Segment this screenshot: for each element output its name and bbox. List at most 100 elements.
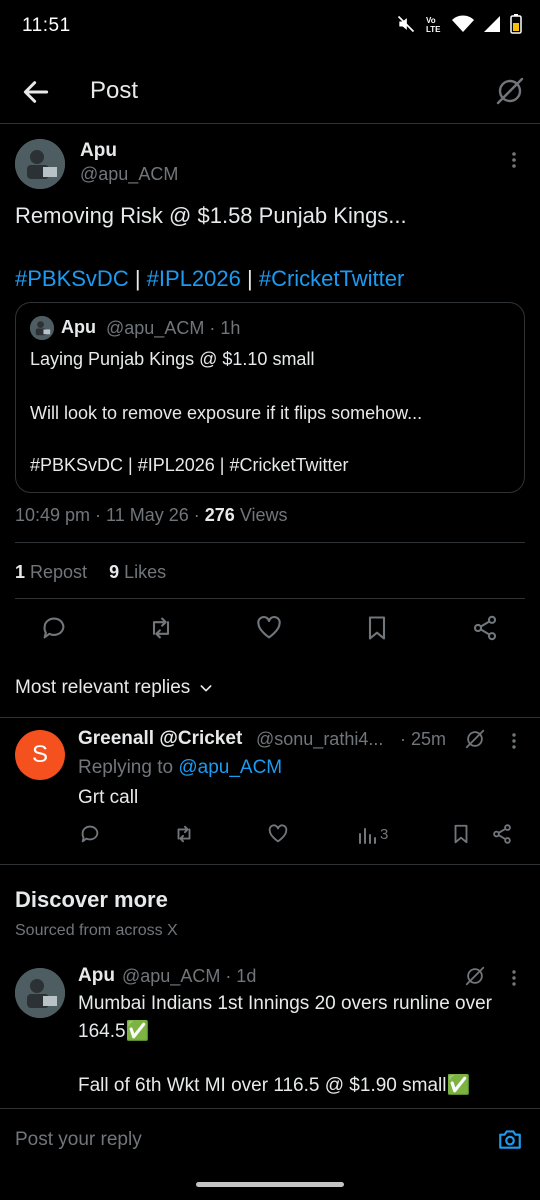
more-options-button[interactable] [506,732,522,750]
views-count: 276 [204,505,235,525]
bookmark-icon [450,823,472,845]
discover-subtitle: Sourced from across X [15,922,178,939]
repost-icon [173,823,195,845]
like-icon [267,823,289,845]
status-bar: 11:51 Vo LTE [0,0,540,52]
repost-button[interactable] [147,614,177,644]
views-label: Views [234,505,288,525]
meta-divider [15,542,525,543]
likes-count: 9 [109,562,120,582]
reposts-stat[interactable]: 1 Repost [15,562,87,582]
quoted-author-meta: @apu_ACM · 1h [106,318,240,339]
hashtag-link[interactable]: #CricketTwitter [259,266,404,291]
post-hashtags: #PBKSvDC | #IPL2026 | #CricketTwitter [15,266,404,292]
home-indicator[interactable] [196,1182,344,1187]
replying-handle-link[interactable]: @apu_ACM [178,757,282,778]
battery-icon [510,14,522,34]
like-icon [255,614,285,642]
more-vertical-icon [506,732,522,750]
avatar[interactable] [15,139,65,189]
repost-icon [147,614,177,642]
back-button[interactable] [20,76,52,108]
more-options-button[interactable] [506,969,522,987]
share-button[interactable] [471,614,501,644]
reply-like-button[interactable] [267,823,289,845]
hashtag-link[interactable]: #PBKSvDC [15,266,129,291]
grok-button[interactable] [464,965,486,987]
bookmark-button[interactable] [363,614,393,644]
reply-icon [79,823,101,845]
reply-button[interactable] [40,614,70,644]
more-vertical-icon [506,969,522,987]
stats-divider [15,598,525,599]
share-icon [471,614,501,642]
quoted-author-name: Apu [61,317,96,337]
page-title: Post [90,77,139,104]
hashtag-link[interactable]: #IPL2026 [147,266,241,291]
replies-divider [0,717,540,718]
discover-author-name[interactable]: Apu [78,965,115,987]
post-text: Removing Risk @ $1.58 Punjab Kings... [15,203,407,228]
status-time: 11:51 [22,15,71,36]
reply-time: · 25m [400,729,447,749]
discover-text-line: 164.5✅ [78,1021,150,1042]
arrow-left-icon [20,76,52,108]
camera-button[interactable] [497,1126,523,1152]
reply-author-handle[interactable]: @sonu_rathi4... [256,729,383,750]
replies-sort-dropdown[interactable]: Most relevant replies [15,677,214,699]
reply-repost-button[interactable] [173,823,195,845]
discover-author-handle[interactable]: @apu_ACM · 1d [122,966,256,987]
camera-icon [497,1126,523,1152]
discover-text-line: Mumbai Indians 1st Innings 20 overs runl… [78,993,493,1014]
reply-views-count: 3 [380,826,389,843]
author-name[interactable]: Apu [80,140,117,162]
more-options-button[interactable] [502,150,526,170]
chevron-down-icon [198,680,214,696]
discover-title: Discover more [15,887,168,912]
tag-separator: | [128,266,147,291]
quoted-text-line: Laying Punjab Kings @ $1.10 small [30,349,315,369]
header-divider [0,123,540,124]
post-stats: 1 Repost 9 Likes [15,562,166,583]
repost-count: 1 [15,562,26,582]
bookmark-icon [363,614,393,642]
reply-author-name[interactable]: Greenall @Cricket [78,728,242,750]
reply-text: Grt call [78,787,139,808]
like-button[interactable] [255,614,285,644]
share-icon [491,823,513,845]
quoted-time: · 1h [209,318,241,338]
reply-bookmark-button[interactable] [450,823,472,845]
grok-icon [464,728,486,750]
more-vertical-icon [502,150,526,170]
likes-stat[interactable]: 9 Likes [109,562,166,582]
reply-divider [0,864,540,865]
grok-button[interactable] [494,75,526,107]
grok-icon [494,75,526,107]
volte-icon: Vo LTE [425,14,443,34]
repost-label: Repost [25,562,88,582]
post-timestamp: 10:49 pm · 11 May 26 · [15,505,205,525]
avatar[interactable]: S [15,730,65,780]
author-handle[interactable]: @apu_ACM [80,164,178,185]
replies-sort-label: Most relevant replies [15,677,191,698]
wifi-icon [452,15,474,33]
replying-to: Replying to @apu_ACM [78,757,282,779]
grok-icon [464,965,486,987]
svg-text:Vo: Vo [426,16,436,25]
likes-label: Likes [119,562,167,582]
reply-reply-button[interactable] [79,823,101,845]
status-icons: Vo LTE [396,14,522,34]
avatar[interactable] [15,968,65,1018]
discover-text-line: Fall of 6th Wkt MI over 116.5 @ $1.90 sm… [78,1075,471,1096]
views-chart-icon [357,825,379,845]
post-meta: 10:49 pm · 11 May 26 · 276 Views [15,505,288,526]
quoted-author-handle: @apu_ACM [106,318,205,338]
reply-views-button[interactable] [357,825,379,847]
reply-input[interactable]: Post your reply [15,1129,142,1151]
quoted-avatar [30,316,54,340]
reply-share-button[interactable] [491,823,513,845]
svg-text:LTE: LTE [426,25,441,34]
signal-icon [483,15,501,33]
grok-button[interactable] [464,728,486,750]
replying-label: Replying to [78,757,179,778]
